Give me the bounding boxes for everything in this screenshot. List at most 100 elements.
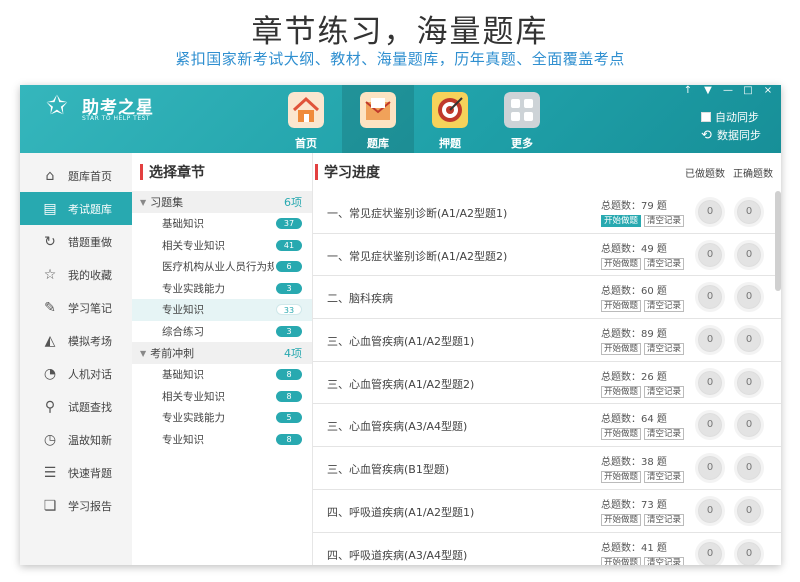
- chapter-item[interactable]: 综合练习 3: [132, 321, 312, 343]
- promo-title: 章节练习，海量题库: [251, 14, 549, 50]
- clear-record-button[interactable]: 清空记录: [644, 215, 685, 227]
- nav-question-bank-label: 题库: [367, 137, 389, 150]
- chapter-item[interactable]: 专业知识 8: [132, 429, 312, 451]
- row-title: 三、心血管疾病(A3/A4型题): [327, 420, 468, 434]
- pin-icon[interactable]: ↑: [681, 85, 695, 97]
- chapter-item-label: 基础知识: [162, 218, 204, 231]
- row-title: 四、呼吸道疾病(A3/A4型题): [327, 548, 468, 562]
- chapter-item[interactable]: 相关专业知识 41: [132, 235, 312, 257]
- nav-more[interactable]: 更多: [486, 85, 558, 153]
- data-sync-label: 数据同步: [717, 129, 761, 142]
- auto-sync-label: 自动同步: [715, 111, 759, 124]
- dropdown-icon[interactable]: ▼: [701, 85, 715, 97]
- count-badge: 6: [276, 261, 302, 273]
- correct-count: 0: [734, 325, 764, 356]
- count-badge: 41: [276, 239, 302, 251]
- progress-row: 四、呼吸道疾病(A3/A4型题) 总题数：41 题 开始做题 清空记录 0 0: [313, 532, 781, 565]
- count-badge: 3: [276, 325, 302, 337]
- start-practice-button[interactable]: 开始做题: [601, 215, 642, 227]
- clear-record-button[interactable]: 清空记录: [644, 428, 685, 441]
- chapter-item[interactable]: 专业实践能力 5: [132, 407, 312, 429]
- sidebar-item-notes[interactable]: ✎ 学习笔记: [20, 291, 132, 324]
- sidebar-item-report[interactable]: ❏ 学习报告: [20, 489, 132, 522]
- chat-icon: ◔: [43, 365, 57, 382]
- done-count: 0: [695, 239, 725, 270]
- caret-down-icon: ▼: [140, 348, 147, 358]
- sidebar-item-search[interactable]: ⚲ 试题查找: [20, 390, 132, 423]
- correct-count: 0: [734, 410, 764, 441]
- redo-icon: ↻: [44, 233, 56, 250]
- envelope-icon: [360, 92, 396, 128]
- chapter-item[interactable]: 基础知识 8: [132, 364, 312, 386]
- nav-question-bank[interactable]: 题库: [342, 85, 414, 153]
- chapter-item-label: 相关专业知识: [162, 239, 225, 252]
- sidebar-item-quick-memorize[interactable]: ☰ 快速背题: [20, 456, 132, 489]
- star-outline-icon: ☆: [43, 266, 57, 283]
- sidebar-item-mock-exam[interactable]: ◭ 模拟考场: [20, 324, 132, 357]
- count-badge: 33: [276, 304, 302, 316]
- start-practice-button[interactable]: 开始做题: [601, 471, 642, 484]
- start-practice-button[interactable]: 开始做题: [601, 428, 642, 441]
- sync-panel: 自动同步 ⟲ 数据同步: [701, 109, 771, 145]
- sidebar-item-label: 题库首页: [68, 169, 112, 183]
- chapter-group-sprint[interactable]: ▼ 考前冲刺 4项: [132, 342, 312, 364]
- start-practice-button[interactable]: 开始做题: [601, 513, 642, 526]
- col-correct-header: 正确题数: [733, 168, 773, 180]
- maximize-icon[interactable]: □: [741, 85, 755, 97]
- start-practice-button[interactable]: 开始做题: [601, 257, 642, 270]
- minimize-icon[interactable]: —: [721, 85, 735, 97]
- auto-sync-toggle[interactable]: 自动同步: [701, 109, 771, 125]
- row-total: 总题数：89 题: [601, 329, 667, 341]
- correct-count: 0: [734, 367, 764, 398]
- clear-record-button[interactable]: 清空记录: [644, 556, 685, 565]
- start-practice-button[interactable]: 开始做题: [601, 343, 642, 356]
- start-practice-button[interactable]: 开始做题: [601, 556, 642, 565]
- close-icon[interactable]: ×: [761, 85, 775, 97]
- chapter-item-selected[interactable]: 专业知识 33: [132, 299, 312, 321]
- count-badge: 8: [276, 433, 302, 445]
- auto-sync-checkbox[interactable]: [701, 112, 711, 122]
- clear-record-button[interactable]: 清空记录: [644, 343, 685, 356]
- home-outline-icon: ⌂: [45, 167, 55, 184]
- sidebar-item-review[interactable]: ◷ 温故知新: [20, 423, 132, 456]
- sidebar-item-label: 学习报告: [68, 499, 112, 513]
- main-nav: 首页 题库 押题 更多: [270, 85, 558, 153]
- chapter-item[interactable]: 基础知识 37: [132, 213, 312, 235]
- clear-record-button[interactable]: 清空记录: [644, 513, 685, 526]
- group-count: 4项: [284, 347, 302, 360]
- chapter-item[interactable]: 专业实践能力 3: [132, 278, 312, 300]
- sidebar-item-label: 错题重做: [68, 235, 112, 249]
- app-window: ✩ 助考之星 STAR TO HELP TEST 首页 题库 押题 更多 ↑ ▼…: [20, 85, 781, 565]
- chapter-item[interactable]: 医疗机构从业人员行为规 6: [132, 256, 312, 278]
- sidebar-item-exam-bank[interactable]: ▤ 考试题库: [20, 192, 132, 225]
- list-icon: ☰: [43, 464, 57, 481]
- window-controls: ↑ ▼ — □ ×: [681, 85, 775, 99]
- progress-row: 三、心血管疾病(A3/A4型题) 总题数：64 题 开始做题 清空记录 0 0: [313, 404, 781, 448]
- done-count: 0: [695, 538, 725, 565]
- scrollbar[interactable]: [775, 191, 781, 291]
- data-sync-button[interactable]: ⟲ 数据同步: [701, 127, 771, 143]
- accent-bar: [140, 164, 143, 180]
- nav-home[interactable]: 首页: [270, 85, 342, 153]
- group-label: 考前冲刺: [150, 347, 195, 360]
- done-count: 0: [695, 282, 725, 313]
- group-label: 习题集: [150, 196, 184, 209]
- sidebar-item-favorites[interactable]: ☆ 我的收藏: [20, 258, 132, 291]
- sidebar-item-dialogue[interactable]: ◔ 人机对话: [20, 357, 132, 390]
- chapter-group-exercises[interactable]: ▼ 习题集 6项: [132, 191, 312, 213]
- clear-record-button[interactable]: 清空记录: [644, 471, 685, 484]
- sidebar-item-label: 考试题库: [68, 202, 112, 216]
- chapter-item-label: 基础知识: [162, 369, 204, 382]
- start-practice-button[interactable]: 开始做题: [601, 385, 642, 398]
- chapter-item-label: 专业知识: [162, 433, 204, 446]
- sidebar-item-redo-wrong[interactable]: ↻ 错题重做: [20, 225, 132, 258]
- document-icon: ▤: [43, 200, 57, 217]
- clear-record-button[interactable]: 清空记录: [644, 385, 685, 398]
- chapter-item[interactable]: 相关专业知识 8: [132, 386, 312, 408]
- nav-predict[interactable]: 押题: [414, 85, 486, 153]
- sidebar-item-home[interactable]: ⌂ 题库首页: [20, 159, 132, 192]
- clear-record-button[interactable]: 清空记录: [644, 257, 685, 270]
- clear-record-button[interactable]: 清空记录: [644, 300, 685, 313]
- grid-icon: [504, 92, 540, 128]
- start-practice-button[interactable]: 开始做题: [601, 300, 642, 313]
